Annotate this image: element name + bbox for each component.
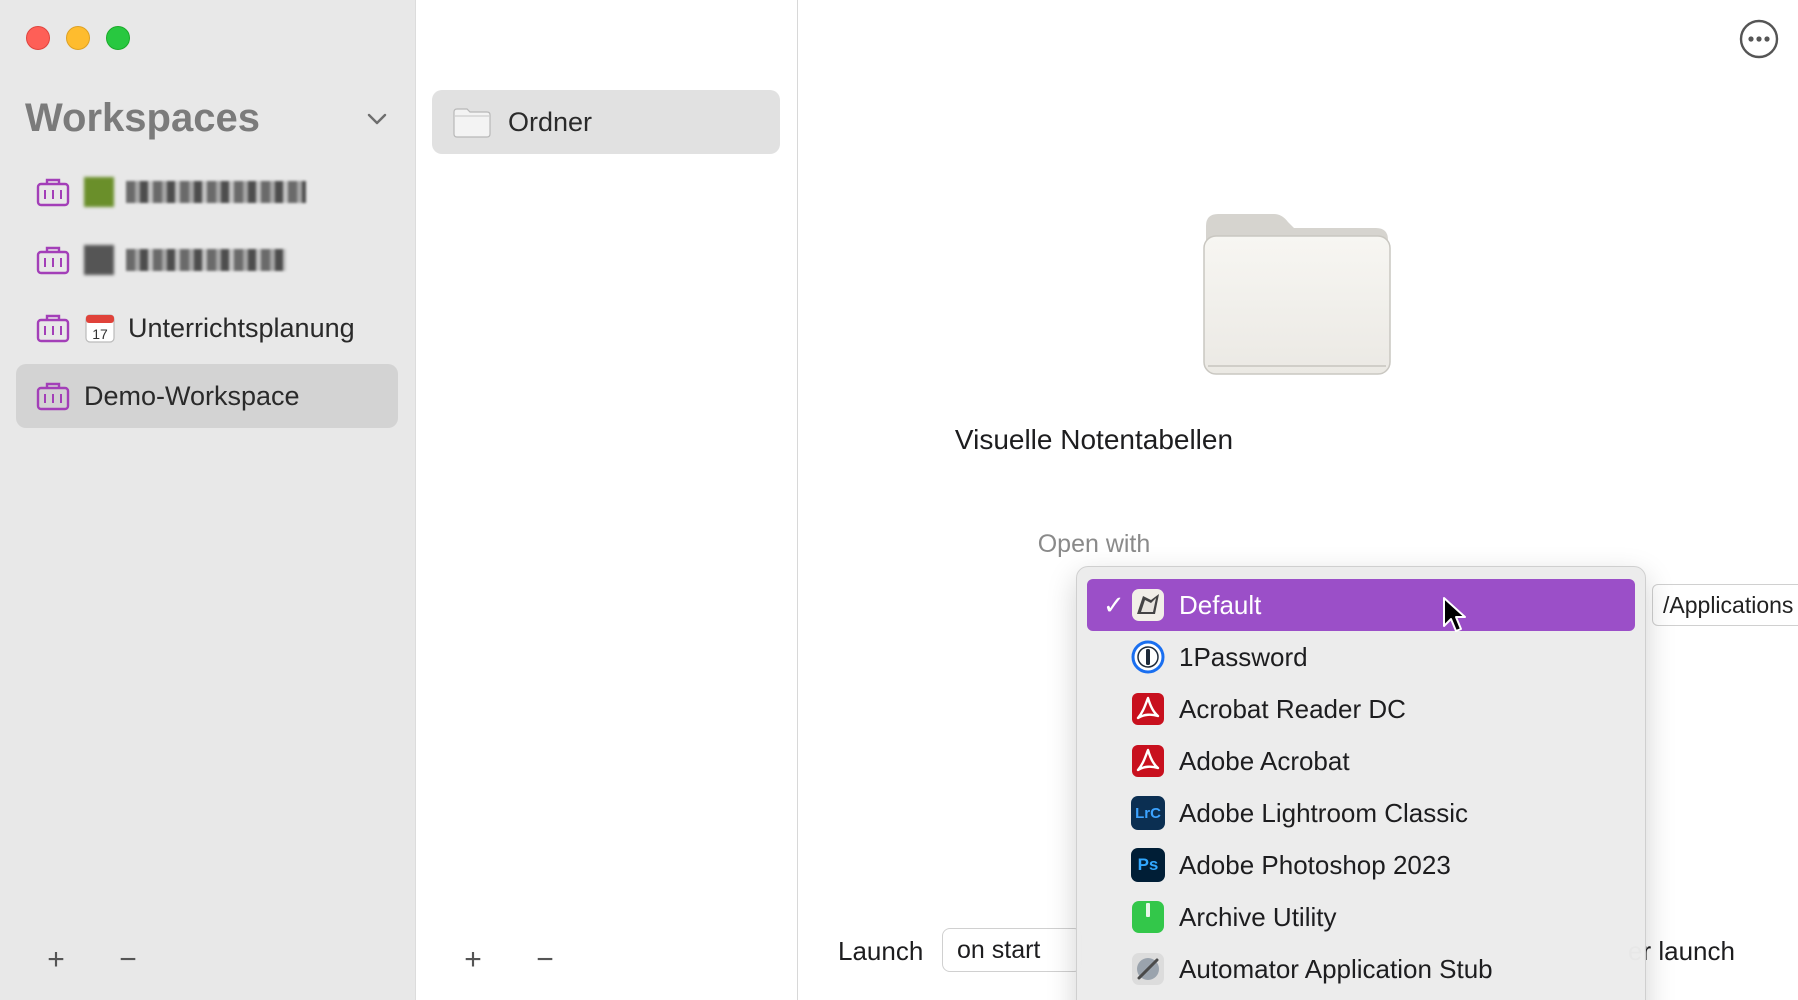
menu-item-photoshop[interactable]: Ps Adobe Photoshop 2023 <box>1087 839 1635 891</box>
mouse-cursor-icon <box>1443 597 1466 632</box>
more-options-icon[interactable] <box>1738 18 1780 60</box>
add-item-button[interactable]: + <box>457 944 489 976</box>
svg-text:17: 17 <box>92 326 108 342</box>
close-window-button[interactable] <box>26 26 50 50</box>
item-label: Ordner <box>508 106 593 137</box>
remove-item-button[interactable]: − <box>529 944 561 976</box>
remove-workspace-button[interactable]: − <box>112 944 144 976</box>
workspace-item[interactable] <box>16 228 398 292</box>
menu-item-label: Default <box>1179 589 1262 620</box>
blurred-emoji-icon <box>84 177 114 207</box>
blurred-workspace-label <box>126 181 306 203</box>
automator-icon <box>1132 953 1164 985</box>
menu-item-label: Automator Application Stub <box>1179 953 1493 984</box>
workspace-label: Demo-Workspace <box>84 380 300 411</box>
items-footer: + − <box>457 944 561 976</box>
calendar-icon: 17 <box>85 314 115 343</box>
menu-item-automator[interactable]: Automator Application Stub <box>1087 943 1635 995</box>
1password-icon <box>1131 640 1165 674</box>
sidebar: Workspaces 17 Unterrichtsplanung Demo-Wo… <box>0 0 416 1000</box>
workspaces-header: Workspaces <box>25 96 260 140</box>
menu-item-default[interactable]: ✓ Default <box>1087 579 1635 631</box>
menu-item-adobe-acrobat[interactable]: Adobe Acrobat <box>1087 735 1635 787</box>
menu-item-label: Acrobat Reader DC <box>1179 693 1406 724</box>
launch-label: Launch <box>838 936 924 966</box>
menu-item-label: 1Password <box>1179 641 1308 672</box>
menu-item-label: Adobe Lightroom Classic <box>1179 797 1469 828</box>
menu-item-archive-utility[interactable]: Archive Utility <box>1087 891 1635 943</box>
photoshop-icon: Ps <box>1131 848 1165 882</box>
add-workspace-button[interactable]: + <box>40 944 72 976</box>
minimize-window-button[interactable] <box>66 26 90 50</box>
briefcase-icon <box>36 314 70 343</box>
workspace-label: Unterrichtsplanung <box>128 312 355 343</box>
archive-utility-icon <box>1132 901 1164 933</box>
folder-icon <box>453 108 491 138</box>
chevron-down-icon[interactable] <box>366 108 388 130</box>
open-with-menu: ✓ Default 1Password Acrobat Reader DC Ad… <box>1076 566 1646 1000</box>
launch-select[interactable]: on start <box>942 928 1082 972</box>
blurred-emoji-icon <box>84 245 114 275</box>
zoom-window-button[interactable] <box>106 26 130 50</box>
blurred-workspace-label <box>126 249 286 271</box>
items-column: Ordner + − <box>417 0 798 1000</box>
open-with-label: Open with <box>1037 530 1151 558</box>
acrobat-icon <box>1132 745 1164 777</box>
sidebar-footer: + − <box>40 944 144 976</box>
menu-item-acrobat-reader[interactable]: Acrobat Reader DC <box>1087 683 1635 735</box>
briefcase-icon <box>36 382 70 411</box>
app-window: Workspaces 17 Unterrichtsplanung Demo-Wo… <box>0 0 1798 1000</box>
briefcase-icon <box>36 178 70 207</box>
menu-item-label: Archive Utility <box>1179 901 1337 932</box>
menu-item-label: Adobe Photoshop 2023 <box>1179 849 1451 880</box>
workspace-item-selected[interactable]: Demo-Workspace <box>16 364 398 428</box>
folder-icon <box>1203 214 1391 375</box>
path-field[interactable]: /Applications <box>1652 584 1798 626</box>
briefcase-icon <box>36 246 70 275</box>
menu-item-1password[interactable]: 1Password <box>1087 631 1635 683</box>
menu-item-label: Adobe Acrobat <box>1179 745 1350 776</box>
workspace-item[interactable]: 17 Unterrichtsplanung <box>16 296 398 360</box>
workspace-list: 17 Unterrichtsplanung Demo-Workspace <box>16 160 398 432</box>
item-title: Visuelle Notentabellen <box>954 424 1234 455</box>
acrobat-reader-icon <box>1132 693 1164 725</box>
list-item[interactable]: Ordner <box>432 90 780 154</box>
checkmark-icon: ✓ <box>1103 589 1125 620</box>
lightroom-icon: LrC <box>1131 796 1165 830</box>
menu-item-lightroom[interactable]: LrC Adobe Lightroom Classic <box>1087 787 1635 839</box>
finder-icon <box>1132 589 1164 621</box>
workspace-item[interactable] <box>16 160 398 224</box>
